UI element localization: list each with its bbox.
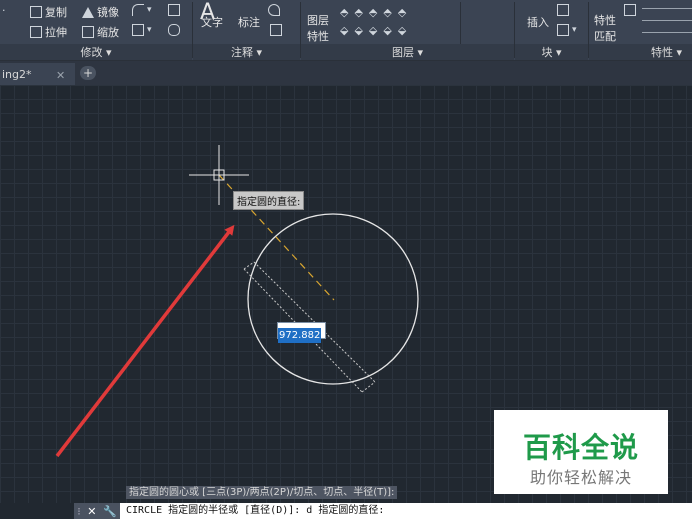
grid-icon — [132, 24, 144, 36]
stretch-button[interactable]: 拉伸 — [30, 24, 67, 40]
file-tab-bar: ing2* ✕ + — [0, 61, 692, 85]
watermark-subtitle: 助你轻松解决 — [529, 468, 632, 487]
layer-properties-button[interactable]: 图层 — [307, 12, 329, 28]
mirror-button[interactable]: 镜像 — [82, 4, 119, 20]
property-linetype-dropdown[interactable] — [642, 20, 692, 21]
offset-icon — [168, 24, 180, 36]
new-tab-button[interactable]: + — [80, 66, 96, 80]
table-button[interactable] — [270, 24, 285, 36]
insert-block-button[interactable]: 插入 — [527, 14, 549, 30]
array-icon — [168, 4, 180, 16]
layers-panel-label[interactable]: 图层 ▾ — [301, 44, 514, 60]
fillet-button[interactable]: ▾ — [132, 4, 152, 16]
table-icon — [270, 24, 282, 36]
command-prompt: CIRCLE 指定圆的半径或 [直径(D)]: d 指定圆的直径: — [126, 505, 385, 516]
diameter-input[interactable]: 972.882 — [277, 322, 326, 343]
command-history: 指定圆的圆心或 [三点(3P)/两点(2P)/切点、切点、半径(T)]: — [126, 486, 398, 499]
property-color-dropdown[interactable] — [642, 32, 692, 33]
copy-button[interactable]: 复制 — [30, 4, 67, 20]
leader-icon — [268, 4, 280, 16]
close-icon[interactable]: ✕ — [87, 505, 96, 518]
property-lineweight-dropdown[interactable] — [642, 8, 692, 9]
tab-drawing2[interactable]: ing2* ✕ — [0, 63, 75, 85]
list-icon[interactable] — [624, 4, 639, 16]
layer-tools-row2-icon[interactable]: ⬙⬙⬙⬙⬙ — [340, 24, 412, 37]
match-properties-button[interactable]: 特性 — [594, 12, 616, 28]
command-line[interactable]: ⁝ ✕ 🔧 CIRCLE 指定圆的半径或 [直径(D)]: d 指定圆的直径: — [74, 503, 692, 519]
scale-icon — [82, 26, 94, 38]
stretch-icon — [30, 26, 42, 38]
ribbon: · 复制 镜像 ▾ 拉伸 缩放 ▾ A 文字 标注 图层 特性 ⬘⬘⬘⬘⬘ ⬙⬙… — [0, 0, 692, 61]
create-block-button[interactable] — [557, 4, 572, 16]
modify-panel-label[interactable]: 修改 ▾ — [0, 44, 192, 60]
scale-button[interactable]: 缩放 — [82, 24, 119, 40]
edit-block-button[interactable]: ▾ — [557, 24, 577, 36]
command-line-buttons: ⁝ ✕ 🔧 — [74, 503, 120, 519]
layer-properties-label: 特性 — [307, 30, 329, 43]
dynamic-prompt-tooltip: 指定圆的直径: — [233, 191, 305, 210]
properties-panel-label[interactable]: 特性 ▾ — [589, 44, 692, 60]
fillet-icon — [132, 4, 144, 16]
grid-array-button[interactable]: ▾ — [132, 24, 152, 36]
match-properties-label: 匹配 — [594, 30, 616, 43]
offset-button[interactable] — [168, 24, 183, 36]
block-icon — [557, 4, 569, 16]
ribbon-dropdown-left[interactable]: · — [2, 4, 6, 17]
block-panel-label[interactable]: 块 ▾ — [515, 44, 588, 60]
layer-tools-row1-icon[interactable]: ⬘⬘⬘⬘⬘ — [340, 6, 412, 19]
leader-button[interactable] — [268, 4, 283, 16]
watermark-title: 百科全说 — [522, 431, 639, 464]
dimension-button[interactable]: 标注 — [238, 14, 260, 30]
text-button[interactable]: 文字 — [201, 14, 223, 30]
baike-watermark: 百科全说 助你轻松解决 — [494, 410, 668, 494]
edit-block-icon — [557, 24, 569, 36]
close-icon[interactable]: ✕ — [56, 69, 65, 82]
mirror-icon — [82, 6, 94, 18]
annotate-panel-label[interactable]: 注释 ▾ — [193, 44, 300, 60]
copy-icon — [30, 6, 42, 18]
array-button[interactable] — [168, 4, 183, 16]
wrench-icon[interactable]: 🔧 — [103, 505, 117, 518]
grip-icon[interactable]: ⁝ — [77, 505, 81, 518]
